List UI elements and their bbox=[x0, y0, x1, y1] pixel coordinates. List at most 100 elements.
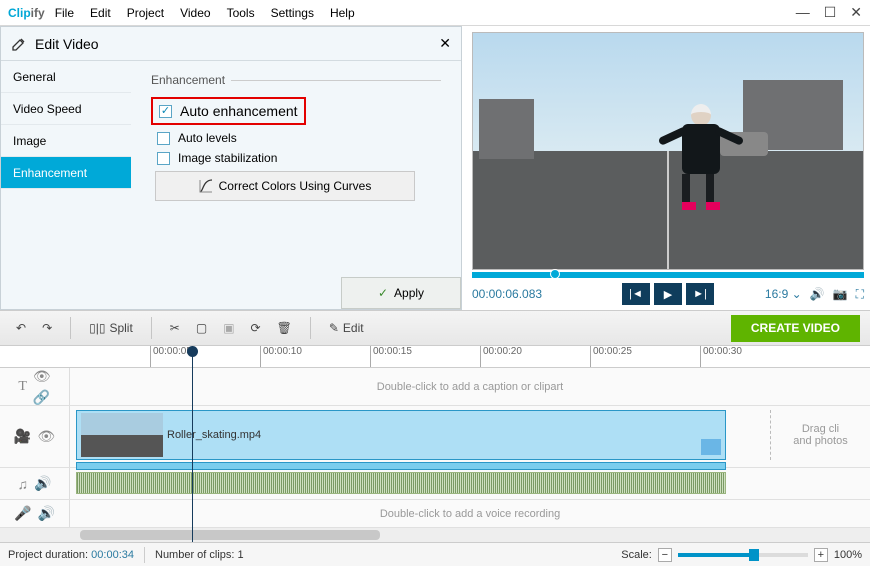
close-icon[interactable]: ✕ bbox=[850, 4, 862, 21]
voice-hint: Double-click to add a voice recording bbox=[380, 508, 560, 520]
duration-value: 00:00:34 bbox=[91, 549, 134, 561]
scale-value: 100% bbox=[834, 549, 862, 561]
crop-button[interactable]: ▢ bbox=[190, 317, 213, 339]
scale-label: Scale: bbox=[621, 549, 652, 561]
preview-panel: 00:00:06.083 |◄ ▶ ►| 16:9 ⌄ 🔊 📷 ⛶ bbox=[462, 26, 870, 310]
image-stabilization-label: Image stabilization bbox=[178, 151, 277, 165]
timeline-scrollbar[interactable] bbox=[0, 528, 870, 542]
tick: 00:00:25 bbox=[590, 346, 632, 367]
section-title: Enhancement bbox=[151, 73, 441, 87]
auto-enhancement-checkbox[interactable] bbox=[159, 105, 172, 118]
clips-value: 1 bbox=[238, 549, 244, 561]
edit-video-panel: Edit Video ✕ General Video Speed Image E… bbox=[0, 26, 462, 310]
link-icon[interactable]: 🔗 bbox=[33, 389, 51, 406]
redo-button[interactable]: ↷ bbox=[36, 317, 58, 339]
menu-edit[interactable]: Edit bbox=[90, 6, 111, 20]
preview-progress[interactable] bbox=[472, 272, 864, 278]
fullscreen-icon[interactable]: ⛶ bbox=[856, 287, 864, 302]
drag-drop-zone[interactable]: Drag cli and photos bbox=[770, 410, 870, 460]
play-button[interactable]: ▶ bbox=[654, 283, 682, 305]
audio-track-body[interactable] bbox=[70, 468, 870, 499]
app-name: Clipify bbox=[8, 6, 45, 20]
image-stabilization-checkbox[interactable] bbox=[157, 152, 170, 165]
drag-hint-2: and photos bbox=[793, 435, 847, 447]
menu-tools[interactable]: Tools bbox=[227, 6, 255, 20]
menubar: Clipify File Edit Project Video Tools Se… bbox=[0, 0, 870, 26]
tick: 00:00:15 bbox=[370, 346, 412, 367]
zoom-slider[interactable] bbox=[678, 553, 808, 557]
delete-button[interactable]: 🗑 bbox=[271, 317, 298, 339]
minimize-icon[interactable]: — bbox=[796, 4, 810, 21]
split-button[interactable]: ▯|▯Split bbox=[83, 317, 139, 339]
correct-colors-button[interactable]: Correct Colors Using Curves bbox=[155, 171, 415, 201]
volume-icon[interactable]: 🔊 bbox=[810, 287, 825, 301]
video-track-body[interactable]: Roller_skating.mp4 Drag cli and photos bbox=[70, 406, 870, 467]
zoom-knob[interactable] bbox=[749, 549, 759, 561]
tab-enhancement[interactable]: Enhancement bbox=[1, 157, 131, 189]
clip-effect-badge bbox=[701, 439, 721, 455]
split-icon: ▯|▯ bbox=[89, 321, 105, 335]
preview-image[interactable] bbox=[472, 32, 864, 270]
eye-icon[interactable]: 👁 bbox=[33, 368, 51, 385]
auto-levels-label: Auto levels bbox=[178, 131, 237, 145]
create-video-button[interactable]: CREATE VIDEO bbox=[731, 315, 860, 342]
check-icon: ✓ bbox=[378, 286, 388, 300]
edit-icon bbox=[11, 36, 27, 52]
speaker-icon[interactable]: 🔊 bbox=[34, 475, 51, 492]
voice-track-body[interactable]: Double-click to add a voice recording bbox=[70, 500, 870, 527]
menu-video[interactable]: Video bbox=[180, 6, 210, 20]
maximize-icon[interactable]: ☐ bbox=[824, 4, 837, 21]
menu-settings[interactable]: Settings bbox=[271, 6, 314, 20]
cut-button[interactable]: ✂ bbox=[164, 317, 186, 339]
chevron-down-icon: ⌄ bbox=[792, 287, 802, 301]
video-track-icon: 🎥 bbox=[14, 428, 31, 445]
progress-knob[interactable] bbox=[550, 269, 560, 279]
voice-track: 🎤 🔊 Double-click to add a voice recording bbox=[0, 500, 870, 528]
drag-hint-1: Drag cli bbox=[802, 423, 839, 435]
panel-close-icon[interactable]: ✕ bbox=[439, 35, 451, 52]
correct-colors-label: Correct Colors Using Curves bbox=[219, 179, 372, 193]
apply-label: Apply bbox=[394, 286, 424, 300]
auto-levels-row[interactable]: Auto levels bbox=[151, 131, 441, 145]
prev-button[interactable]: |◄ bbox=[622, 283, 650, 305]
snapshot-icon[interactable]: 📷 bbox=[833, 287, 848, 301]
tick: 00:00:05 bbox=[150, 346, 192, 367]
auto-levels-checkbox[interactable] bbox=[157, 132, 170, 145]
panel-title: Edit Video bbox=[35, 36, 99, 52]
scrollbar-thumb[interactable] bbox=[80, 530, 380, 540]
tab-image[interactable]: Image bbox=[1, 125, 131, 157]
menu-help[interactable]: Help bbox=[330, 6, 355, 20]
menu-project[interactable]: Project bbox=[127, 6, 164, 20]
video-clip[interactable]: Roller_skating.mp4 bbox=[76, 410, 726, 460]
status-bar: Project duration: 00:00:34 Number of cli… bbox=[0, 542, 870, 566]
zoom-in-button[interactable]: + bbox=[814, 548, 828, 562]
image-stabilization-row[interactable]: Image stabilization bbox=[151, 151, 441, 165]
timeline-ruler[interactable]: 00:00:05 00:00:10 00:00:15 00:00:20 00:0… bbox=[0, 346, 870, 368]
music-track-icon: ♫ bbox=[18, 476, 29, 492]
tab-video-speed[interactable]: Video Speed bbox=[1, 93, 131, 125]
playhead[interactable] bbox=[192, 346, 193, 542]
eye-icon[interactable]: 👁 bbox=[37, 428, 55, 445]
mic-track-icon: 🎤 bbox=[14, 505, 31, 522]
frame-button[interactable]: ▣ bbox=[217, 317, 240, 339]
apply-button[interactable]: ✓ Apply bbox=[341, 277, 461, 309]
undo-button[interactable]: ↶ bbox=[10, 317, 32, 339]
next-button[interactable]: ►| bbox=[686, 283, 714, 305]
zoom-out-button[interactable]: − bbox=[658, 548, 672, 562]
aspect-ratio[interactable]: 16:9 ⌄ bbox=[765, 287, 802, 301]
duration-label: Project duration: bbox=[8, 549, 88, 561]
tick: 00:00:20 bbox=[480, 346, 522, 367]
edit-button[interactable]: ✎Edit bbox=[323, 317, 370, 339]
clip-thumbnail bbox=[81, 413, 163, 457]
speaker-icon[interactable]: 🔊 bbox=[38, 505, 55, 522]
timeline: 00:00:05 00:00:10 00:00:15 00:00:20 00:0… bbox=[0, 346, 870, 542]
menu-file[interactable]: File bbox=[55, 6, 74, 20]
caption-track: T 👁🔗 Double-click to add a caption or cl… bbox=[0, 368, 870, 406]
rotate-button[interactable]: ⟳ bbox=[245, 317, 267, 339]
caption-track-body[interactable]: Double-click to add a caption or clipart bbox=[70, 368, 870, 405]
tick: 00:00:30 bbox=[700, 346, 742, 367]
audio-waveform[interactable] bbox=[76, 472, 726, 494]
tab-general[interactable]: General bbox=[1, 61, 131, 93]
auto-enhancement-row[interactable]: Auto enhancement bbox=[151, 97, 306, 125]
pencil-icon: ✎ bbox=[329, 321, 339, 335]
